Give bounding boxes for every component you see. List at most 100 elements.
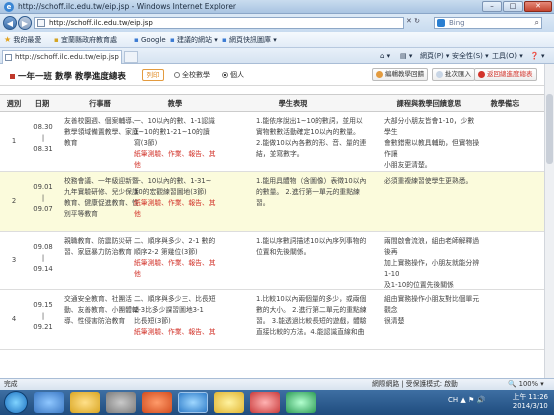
- cell-line: 一、10以內的數、1-1認識: [134, 117, 215, 125]
- home-icon[interactable]: ⌂ ▾: [380, 51, 390, 62]
- system-tray[interactable]: CH ▲ ⚑ 🔊: [448, 396, 485, 404]
- col-feedback: 課程與教學回饋意思: [396, 99, 462, 108]
- url-text: http://schoff.ilc.edu.tw/eip.jsp: [49, 19, 153, 27]
- scrollbar-thumb[interactable]: [546, 94, 553, 164]
- tab-label: http://schoff.ilc.edu.tw/eip.jsp: [15, 53, 119, 61]
- date-date_end: 09.21: [33, 323, 53, 331]
- search-input[interactable]: Bing ⌕: [434, 17, 542, 29]
- search-placeholder: Bing: [449, 19, 465, 27]
- cell-line: 的數量。 2.進行第一單元的重點練: [256, 188, 360, 196]
- fav-link-4[interactable]: ▪ 網頁快訊圖庫 ▾: [222, 35, 277, 45]
- cell-line: 兩間啟會流浪，組由老師解釋過後再: [384, 237, 480, 256]
- forward-button[interactable]: ▶: [18, 16, 32, 30]
- radio-all-school[interactable]: 全校數學: [174, 70, 210, 80]
- radio-personal[interactable]: 個人: [222, 70, 244, 80]
- page-menu[interactable]: 網頁(P) ▾: [420, 51, 449, 62]
- tool-taskbar-icon[interactable]: [250, 392, 280, 413]
- page-header: 一年一班 數學 教學進度總表 列印 全校數學 個人 編輯教學回饋 批次匯入 返回…: [0, 64, 554, 86]
- cell-date: 09.15 | 09.21: [28, 300, 58, 333]
- fav-link-1[interactable]: ▪ 宜蘭縣政府教育處: [54, 35, 117, 45]
- maximize-button[interactable]: □: [503, 1, 523, 12]
- fav-link-3[interactable]: ▪ 建議的網站 ▾: [170, 35, 218, 45]
- col-performance: 學生表現: [278, 99, 308, 108]
- back-button[interactable]: ◀: [3, 16, 17, 30]
- table-row: 1 08.30 | 08.31 友善校園週、個案輔導、 數學領域備置教學、家庭 教育 一、10…: [0, 112, 554, 172]
- zoom-control[interactable]: 🔍 100% ▾: [508, 379, 544, 390]
- cell-line: 他: [134, 161, 141, 169]
- cell-week: 4: [6, 314, 22, 325]
- folder-taskbar-icon[interactable]: [214, 392, 244, 413]
- cell-line: 二、順序與多少、2-1 數的: [134, 237, 216, 245]
- feeds-icon[interactable]: ▤ ▾: [400, 51, 412, 62]
- cell-line: 他: [134, 210, 141, 218]
- week-number: 3: [11, 256, 17, 264]
- search-icon[interactable]: ⌕: [535, 18, 539, 28]
- page-icon: [5, 54, 12, 61]
- status-zone: 網際網路 | 受保護模式: 啟動: [372, 380, 458, 388]
- edit-icon: [376, 71, 383, 78]
- new-tab-button[interactable]: [124, 51, 138, 63]
- cell-teach: 二、順序與多少三、比長短 2-3比多少課習圖地3-1 比長短(3節) 紙筆測驗、作業、…: [134, 294, 244, 338]
- date-date_sep: |: [41, 194, 45, 202]
- refresh-stop-controls[interactable]: ✕ ↻: [406, 17, 432, 29]
- cell-date: 09.08 | 09.14: [28, 242, 58, 275]
- cell-line: 他: [134, 270, 141, 278]
- cell-perf: 1.比較10以內兩個量的多少，或兩個 數的大小。 2.進行第二單元的重點練 習。 3…: [256, 294, 384, 338]
- cell-perf: 1.能以序數詞描述10以內序列事物的 位置和先後關係。: [256, 236, 384, 258]
- table-header: 週別 日期 行事曆 教學 學生表現 課程與教學回饋意思 教學備忘: [0, 94, 554, 112]
- start-button[interactable]: [4, 391, 28, 414]
- week-number: 2: [11, 197, 17, 205]
- table-row: 2 09.01 | 09.07 校務會議、一年級迎新暨 九年實驗研修、兒少保護 教育、健康促…: [0, 172, 554, 232]
- green-app-taskbar-icon[interactable]: [286, 392, 316, 413]
- cell-line: 2.能做10以內各數的形、音、量的連: [256, 139, 367, 147]
- clock-time: 上午 11:26: [512, 393, 548, 401]
- cell-date: 08.30 | 08.31: [28, 122, 58, 155]
- cell-line: 2-3比多少課習圖地3-1: [134, 306, 204, 314]
- cell-line: 紙筆測驗、作業、報告、其: [134, 328, 216, 336]
- clock[interactable]: 上午 11:26 2014/3/10: [513, 393, 548, 411]
- col-calendar: 行事曆: [89, 99, 111, 108]
- edit-feedback-button[interactable]: 編輯教學回饋: [372, 68, 428, 81]
- cell-perf: 1.能用具體物（含圖像）表徵10以內 的數量。 2.進行第一單元的重點練 習。: [256, 176, 384, 209]
- tab-active[interactable]: http://schoff.ilc.edu.tw/eip.jsp: [2, 50, 122, 64]
- print-button[interactable]: 列印: [142, 69, 164, 81]
- col-teaching: 教學: [167, 99, 183, 108]
- cell-week: 1: [6, 136, 22, 147]
- tools-menu[interactable]: 工具(O) ▾: [492, 51, 523, 62]
- favorites-bar: ★ 我的最愛 ▪ 宜蘭縣政府教育處 ▪ Google ▪ 建議的網站 ▾ ▪ 網…: [0, 32, 554, 48]
- cell-line: 必須重複練習使學生更熟悉。: [384, 177, 473, 185]
- cell-line: 位置和先後關係。: [256, 248, 311, 256]
- edit-feedback-label: 編輯教學回饋: [385, 70, 424, 78]
- minimize-button[interactable]: –: [482, 1, 502, 12]
- url-input[interactable]: http://schoff.ilc.edu.tw/eip.jsp: [34, 17, 404, 29]
- cell-line: 1~10的數1-21~10的讀: [134, 128, 210, 136]
- cell-line: 數的大小。 2.進行第二單元的重點練: [256, 306, 367, 314]
- cell-line: 紙筆測驗、作業、報告、其: [134, 259, 216, 267]
- close-button[interactable]: ✕: [524, 1, 552, 12]
- cell-teach: 一、10以內的數、1-1認識 1~10的數1-21~10的讀 寫(3節) 紙筆測驗、作…: [134, 116, 244, 171]
- cell-line: 1.比較10以內兩個量的多少，或兩個: [256, 295, 367, 303]
- clock-date: 2014/3/10: [512, 402, 548, 410]
- batch-import-button[interactable]: 批次匯入: [432, 68, 475, 81]
- cell-line: 小朋友更清楚。: [384, 161, 432, 169]
- window-title: http://schoff.ilc.edu.tw/eip.jsp - Windo…: [18, 2, 237, 11]
- back-to-summary-label: 返回總進度總表: [487, 70, 533, 78]
- cell-line: 習。 3.能透過比較長短的遊戲，體驗: [256, 317, 367, 325]
- cell-teach: 二、順序與多少、2-1 數的 順序2-2 第幾位(3節) 紙筆測驗、作業、報告、其他: [134, 236, 244, 280]
- import-icon: [436, 71, 443, 78]
- ie-active-taskbar-icon[interactable]: [178, 392, 208, 413]
- help-icon[interactable]: ❓ ▾: [530, 51, 544, 62]
- vertical-scrollbar[interactable]: [544, 64, 554, 378]
- web-slice-icon: ▪: [222, 36, 227, 44]
- safety-menu[interactable]: 安全性(S) ▾: [452, 51, 489, 62]
- ie-taskbar-icon[interactable]: [34, 392, 64, 413]
- back-to-summary-button[interactable]: 返回總進度總表: [474, 68, 537, 81]
- fav-link-2[interactable]: ▪ Google: [134, 35, 166, 45]
- media-taskbar-icon[interactable]: [106, 392, 136, 413]
- app-taskbar-icon[interactable]: [142, 392, 172, 413]
- explorer-taskbar-icon[interactable]: [70, 392, 100, 413]
- date-date_end: 09.07: [33, 205, 53, 213]
- radio-personal-label: 個人: [230, 71, 244, 79]
- favorites-button[interactable]: ★ 我的最愛: [4, 35, 41, 45]
- date-date_end: 09.14: [33, 265, 53, 273]
